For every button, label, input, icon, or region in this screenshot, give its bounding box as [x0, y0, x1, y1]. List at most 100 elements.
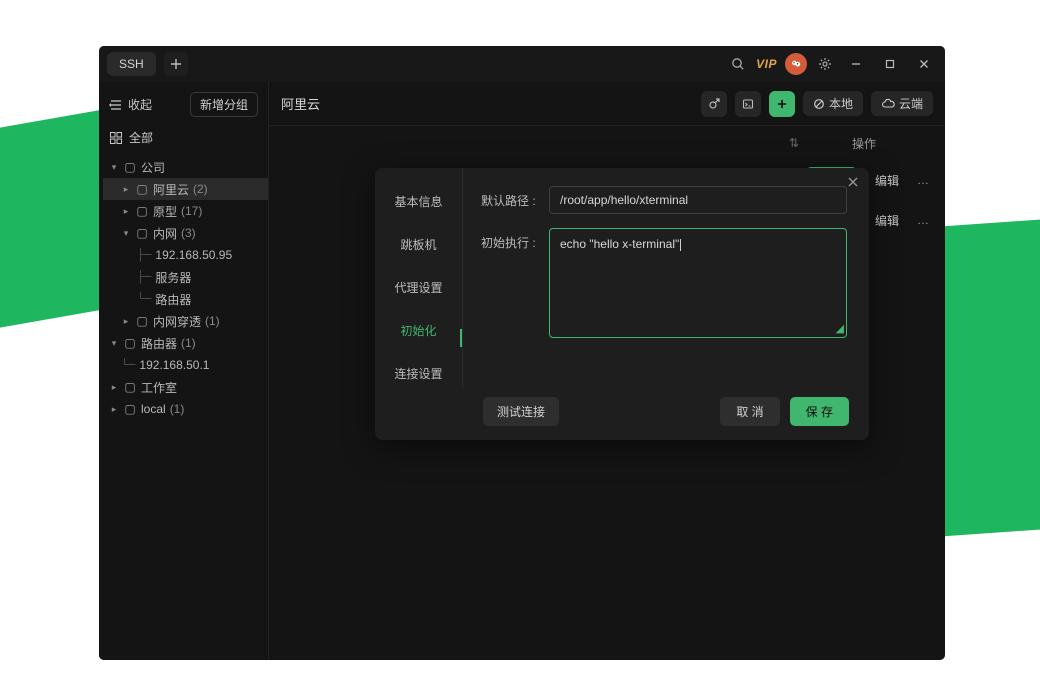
plus-icon [776, 98, 788, 110]
modal-close-button[interactable] [847, 176, 859, 188]
save-button[interactable]: 保 存 [790, 397, 849, 426]
app-window: SSH VIP 收起 [99, 46, 945, 660]
test-connection-button[interactable]: 测试连接 [483, 397, 559, 426]
tree-label: 路由器 [141, 335, 177, 352]
tab-ssh[interactable]: SSH [107, 52, 156, 76]
chevron-right-icon: ▸ [121, 316, 131, 327]
tree-count: (1) [170, 402, 185, 416]
tree-count: (1) [205, 314, 220, 328]
modal-tab-init[interactable]: 初始化 [375, 319, 462, 342]
maximize-button[interactable] [877, 51, 903, 77]
tree-connector: └─ [121, 358, 135, 372]
sidebar: 收起 新增分组 全部 ▾ ▢ 公司 ▸ ▢ 阿里云 (2) [99, 82, 269, 660]
chevron-right-icon: ▸ [121, 184, 131, 195]
search-button[interactable] [728, 54, 748, 74]
edit-button[interactable]: 编辑 [865, 207, 909, 234]
tree-node-proto[interactable]: ▸ ▢ 原型 (17) [103, 200, 268, 222]
forbid-icon [813, 98, 825, 110]
gear-icon [818, 57, 832, 71]
tree-node-intranet[interactable]: ▾ ▢ 内网 (3) [103, 222, 268, 244]
folder-icon: ▢ [123, 336, 137, 350]
modal-tab-basic[interactable]: 基本信息 [375, 190, 462, 213]
tree-label: local [141, 402, 166, 416]
tree: ▾ ▢ 公司 ▸ ▢ 阿里云 (2) ▸ ▢ 原型 (17) ▾ [99, 154, 268, 420]
tree-node-routers[interactable]: ▾ ▢ 路由器 (1) [103, 332, 268, 354]
cloud-toggle[interactable]: 云端 [871, 91, 933, 116]
col-ops-label: 操作 [799, 135, 929, 152]
tree-leaf-router[interactable]: └─ 路由器 [103, 288, 268, 310]
tree-node-intranet-pen[interactable]: ▸ ▢ 内网穿透 (1) [103, 310, 268, 332]
tree-connector: ├─ [137, 270, 151, 284]
tree-leaf-ip1[interactable]: ├─ 192.168.50.95 [103, 244, 268, 266]
cloud-label: 云端 [899, 95, 923, 112]
resize-handle-icon: ◢ [836, 322, 844, 335]
tree-count: (2) [193, 182, 208, 196]
close-window-button[interactable] [911, 51, 937, 77]
modal-form: 默认路径 : /root/app/hello/xterminal 初始执行 : … [463, 168, 869, 387]
tree-label: 192.168.50.1 [139, 358, 209, 372]
sort-icon[interactable]: ⇅ [789, 136, 799, 150]
new-tab-button[interactable] [164, 52, 188, 76]
tree-node-local[interactable]: ▸ ▢ local (1) [103, 398, 268, 420]
tree-label: 内网 [153, 225, 177, 242]
settings-button[interactable] [815, 54, 835, 74]
search-icon [731, 57, 745, 71]
modal-tab-proxy[interactable]: 代理设置 [375, 276, 462, 299]
default-path-input[interactable]: /root/app/hello/xterminal [549, 186, 847, 214]
tree-node-aliyun[interactable]: ▸ ▢ 阿里云 (2) [103, 178, 268, 200]
tree-label: 工作室 [141, 379, 177, 396]
tree-node-company[interactable]: ▾ ▢ 公司 [103, 156, 268, 178]
modal-tab-conn[interactable]: 连接设置 [375, 362, 462, 385]
tree-label: 192.168.50.95 [155, 248, 232, 262]
row-more-button[interactable]: … [917, 173, 929, 187]
folder-icon: ▢ [123, 380, 137, 394]
sidebar-all-button[interactable]: 全部 [99, 123, 268, 154]
tree-count: (17) [181, 204, 202, 218]
male-icon [708, 98, 720, 110]
close-icon [918, 58, 930, 70]
tree-label: 阿里云 [153, 181, 189, 198]
tree-leaf-ip2[interactable]: └─ 192.168.50.1 [103, 354, 268, 376]
chevron-down-icon: ▾ [109, 162, 119, 173]
plus-icon [170, 58, 182, 70]
tree-label: 内网穿透 [153, 313, 201, 330]
local-label: 本地 [829, 95, 853, 112]
chevron-down-icon: ▾ [121, 228, 131, 239]
init-exec-textarea[interactable]: echo "hello x-terminal" ◢ [549, 228, 847, 338]
tree-node-studio[interactable]: ▸ ▢ 工作室 [103, 376, 268, 398]
folder-icon: ▢ [135, 204, 149, 218]
text-cursor [680, 239, 681, 251]
tree-connector: └─ [137, 292, 151, 306]
textarea-value: echo "hello x-terminal" [560, 237, 679, 251]
gender-button[interactable] [701, 91, 727, 117]
collapse-label: 收起 [128, 96, 152, 113]
cancel-button[interactable]: 取 消 [720, 397, 779, 426]
folder-icon: ▢ [123, 160, 137, 174]
chevron-right-icon: ▸ [109, 404, 119, 415]
terminal-button[interactable] [735, 91, 761, 117]
collapse-sidebar-button[interactable]: 收起 [109, 96, 152, 113]
local-toggle[interactable]: 本地 [803, 91, 863, 116]
avatar[interactable] [785, 53, 807, 75]
minimize-button[interactable] [843, 51, 869, 77]
edit-button[interactable]: 编辑 [865, 167, 909, 194]
init-exec-label: 初始执行 : [481, 228, 543, 251]
titlebar: SSH VIP [99, 46, 945, 82]
folder-icon: ▢ [135, 226, 149, 240]
list-header: ⇅ 操作 [269, 126, 945, 160]
tree-count: (1) [181, 336, 196, 350]
folder-icon: ▢ [123, 402, 137, 416]
add-host-button[interactable] [769, 91, 795, 117]
folder-icon: ▢ [135, 182, 149, 196]
terminal-icon [742, 98, 754, 110]
minimize-icon [850, 58, 862, 70]
modal-tab-jump[interactable]: 跳板机 [375, 233, 462, 256]
new-group-button[interactable]: 新增分组 [190, 92, 258, 117]
tree-label: 服务器 [155, 269, 191, 286]
tree-label: 路由器 [155, 291, 191, 308]
row-more-button[interactable]: … [917, 213, 929, 227]
vip-badge[interactable]: VIP [756, 57, 777, 71]
tree-leaf-server[interactable]: ├─ 服务器 [103, 266, 268, 288]
avatar-icon [790, 58, 802, 70]
default-path-label: 默认路径 : [481, 186, 543, 209]
